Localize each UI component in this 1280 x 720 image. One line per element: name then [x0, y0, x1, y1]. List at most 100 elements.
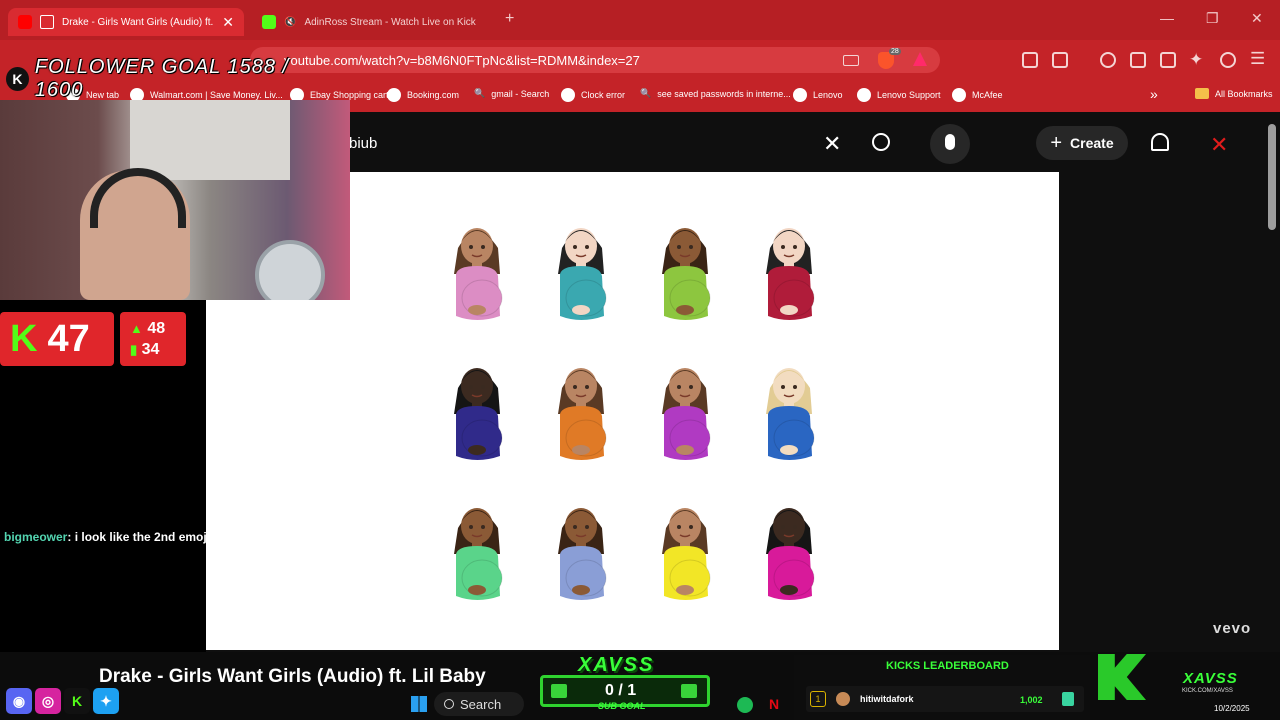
brand-name: XAVSS [1183, 670, 1238, 687]
new-tab-button[interactable]: + [505, 10, 514, 28]
pregnant-person-emoji [662, 368, 711, 460]
taskbar-date: 10/2/2025 [1214, 704, 1250, 713]
pregnant-person-emoji [454, 368, 503, 460]
wallet-icon[interactable] [1160, 52, 1176, 68]
taskbar-search-label: Search [460, 696, 502, 712]
bookmark-5[interactable]: 🔍 gmail - Search [474, 88, 549, 99]
clear-search-icon[interactable]: ✕ [823, 131, 841, 157]
globe-icon [952, 88, 966, 102]
bookmark-label: All Bookmarks [1215, 88, 1273, 99]
close-tab-icon[interactable]: ✕ [222, 14, 234, 31]
stat-up-row: ▲ 48 [130, 318, 186, 339]
chat-user: bigmeower [4, 530, 68, 544]
close-window-icon[interactable]: ✕ [1251, 10, 1263, 27]
install-icon[interactable] [843, 55, 859, 66]
youtube-favicon-icon [18, 15, 32, 29]
bookmark-6[interactable]: Clock error [561, 88, 625, 102]
search-input[interactable]: biub [349, 135, 377, 152]
bookmark-10[interactable]: McAfee [952, 88, 1003, 102]
follower-goal-text: FOLLOWER GOAL 1588 / 1600 [34, 56, 290, 101]
globe-icon [561, 88, 575, 102]
minimize-icon[interactable]: — [1160, 10, 1174, 26]
avatar[interactable]: ✕ [1210, 132, 1228, 158]
microphone-icon [945, 134, 955, 150]
pregnant-person-emoji [766, 368, 815, 460]
rewards-icon[interactable] [913, 52, 927, 66]
folder-icon [1195, 88, 1209, 99]
bookmark-7[interactable]: 🔍 see saved passwords in interne... [640, 88, 791, 99]
globe-icon [387, 88, 401, 102]
pregnant-person-emoji [662, 508, 711, 600]
leaderboard-score: 1,002 [1020, 695, 1043, 705]
twitter-icon: ✦ [93, 688, 119, 714]
kick-icon: K [64, 688, 90, 714]
stat-up-value: 48 [147, 320, 166, 337]
chat-message: bigmeower: i look like the 2nd emoji fr [4, 530, 222, 544]
leaderboard-rank: 1 [810, 691, 826, 707]
kick-logo-icon: K [10, 317, 38, 360]
kick-logo-icon: K [6, 67, 29, 91]
all-bookmarks[interactable]: All Bookmarks [1195, 88, 1273, 99]
create-label: Create [1070, 135, 1114, 151]
globe-icon [793, 88, 807, 102]
search-icon[interactable] [872, 133, 890, 151]
social-icons: ◉ ◎ K ✦ [6, 688, 119, 714]
gift-icon [551, 684, 567, 698]
extension-badge: 28 [889, 48, 901, 55]
bookmark-8[interactable]: Lenovo [793, 88, 843, 102]
pregnant-person-emoji [662, 228, 711, 320]
bookmark-4[interactable]: Booking.com [387, 88, 459, 102]
scrollbar[interactable] [1268, 124, 1276, 230]
kick-count: 47 [47, 317, 90, 360]
stat-bars-value: 34 [141, 341, 160, 358]
sub-goal-value: 0 / 1 [605, 682, 637, 699]
spotify-icon[interactable] [737, 697, 753, 713]
instagram-icon: ◎ [35, 688, 61, 714]
arrow-up-icon: ▲ [130, 321, 143, 336]
music-icon[interactable] [1100, 52, 1116, 68]
globe-icon [857, 88, 871, 102]
bookmark-label: see saved passwords in interne... [657, 88, 791, 99]
create-button[interactable]: + Create [1036, 126, 1128, 160]
pregnant-person-emoji [558, 228, 607, 320]
kick-favicon-icon [262, 15, 276, 29]
pregnant-person-emoji [766, 228, 815, 320]
extensions-icon[interactable] [1022, 52, 1038, 68]
gift-icon [681, 684, 697, 698]
bookmark-label: McAfee [972, 90, 1003, 100]
webcam-shelf [130, 100, 290, 180]
netflix-icon[interactable]: N [769, 696, 779, 712]
webcam-feed [0, 100, 350, 300]
page-search-icon[interactable] [1052, 52, 1068, 68]
url-text[interactable]: youtube.com/watch?v=b8M6N0FTpNc&list=RDM… [284, 53, 640, 68]
kick-coin-icon [1062, 692, 1074, 706]
brand-logo: XAVSS [578, 654, 655, 676]
leaderboard-title: KICKS LEADERBOARD [886, 660, 1009, 672]
windows-start-icon[interactable] [411, 696, 427, 712]
plus-icon: + [1050, 131, 1063, 154]
cast-icon [40, 15, 54, 29]
vevo-logo: vevo [1213, 620, 1252, 637]
tab-youtube[interactable]: Drake - Girls Want Girls (Audio) ft. Lil… [8, 8, 244, 36]
muted-icon: 🔇 [284, 16, 297, 28]
leaderboard-name: hitiwitdafork [860, 694, 914, 704]
leo-ai-icon[interactable]: ✦ [1189, 50, 1203, 70]
discord-icon: ◉ [6, 688, 32, 714]
pregnant-person-emoji [454, 228, 503, 320]
pregnant-person-emoji [766, 508, 815, 600]
sidebar-icon[interactable] [1130, 52, 1146, 68]
bookmark-9[interactable]: Lenovo Support [857, 88, 941, 102]
tab-kick[interactable]: 🔇 AdinRoss Stream - Watch Live on Kick [252, 8, 496, 36]
user-avatar-icon [836, 692, 850, 706]
taskbar-search[interactable]: Search [434, 692, 524, 716]
kick-viewer-box: K 47 [0, 312, 114, 366]
bookmark-label: Lenovo Support [877, 90, 941, 100]
menu-icon[interactable]: ☰ [1250, 49, 1265, 69]
notifications-icon[interactable] [1151, 133, 1169, 151]
pregnant-person-emoji [558, 368, 607, 460]
brand-url: KICK.COM/XAVSS [1182, 688, 1233, 694]
restore-icon[interactable]: ❐ [1206, 10, 1219, 27]
chevron-right-icon[interactable]: » [1150, 86, 1158, 102]
vpn-icon[interactable] [1220, 52, 1236, 68]
bar-chart-icon: ▮ [130, 342, 138, 357]
